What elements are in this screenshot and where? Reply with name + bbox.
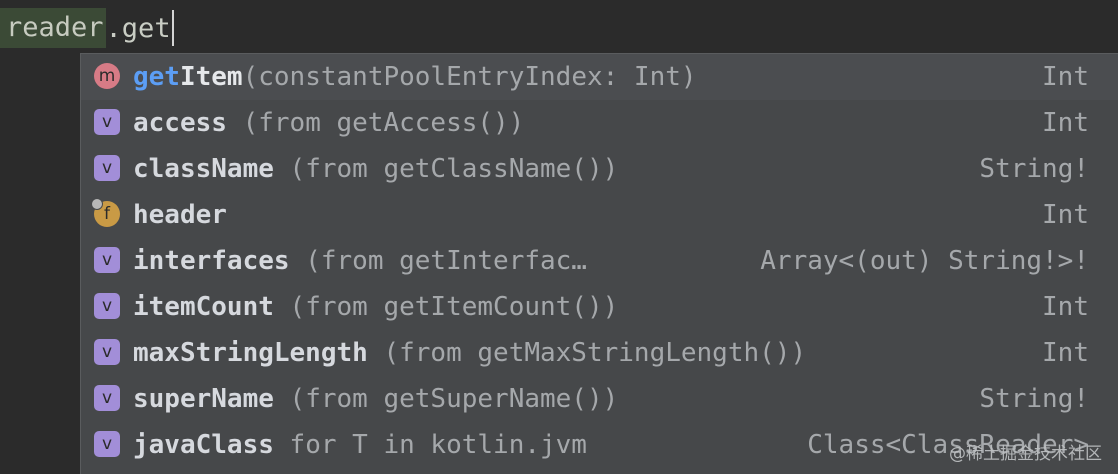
item-type: Int <box>1042 62 1089 92</box>
receiver-identifier: reader <box>0 8 106 48</box>
text-caret <box>171 10 174 46</box>
item-detail: (from getClassName()) <box>273 154 619 184</box>
item-detail: (from getMaxStringLength()) <box>367 338 807 368</box>
completion-popup[interactable]: m getItem(constantPoolEntryIndex: Int) I… <box>80 53 1118 474</box>
private-lock-icon <box>91 198 103 210</box>
completion-item[interactable]: v itemCount (from getItemCount()) Int <box>81 284 1118 330</box>
item-type: Int <box>1042 200 1089 230</box>
method-icon: m <box>94 63 120 89</box>
completion-item[interactable]: v interfaces (from getInterfac… Array<(o… <box>81 238 1118 284</box>
property-icon: v <box>94 431 120 457</box>
item-type: String! <box>979 384 1089 414</box>
item-type: Int <box>1042 338 1089 368</box>
item-detail: (from getAccess()) <box>226 108 525 138</box>
item-type: Int <box>1042 108 1089 138</box>
item-name: itemCount <box>133 292 274 322</box>
completion-item[interactable]: v maxStringLength (from getMaxStringLeng… <box>81 330 1118 376</box>
item-name: interfaces <box>133 246 290 276</box>
item-detail: (from getSuperName()) <box>273 384 619 414</box>
watermark: @稀土掘金技术社区 <box>949 444 1102 464</box>
completion-item[interactable]: f header Int <box>81 192 1118 238</box>
item-detail: (from getItemCount()) <box>273 292 619 322</box>
property-icon: v <box>94 385 120 411</box>
typed-text: .get <box>105 12 171 44</box>
completion-item[interactable]: v superName (from getSuperName()) String… <box>81 376 1118 422</box>
item-type: Int <box>1042 292 1089 322</box>
item-name: header <box>133 200 227 230</box>
editor-code-line[interactable]: reader .get <box>0 4 1118 52</box>
property-icon: v <box>94 155 120 181</box>
item-type: String! <box>979 154 1089 184</box>
property-icon: v <box>94 339 120 365</box>
completion-item[interactable]: v className (from getClassName()) String… <box>81 146 1118 192</box>
item-name: className <box>133 154 274 184</box>
item-name: javaClass <box>133 430 274 460</box>
item-detail: (constantPoolEntryIndex: Int) <box>242 62 697 92</box>
matched-prefix: get <box>133 62 180 92</box>
property-icon: v <box>94 293 120 319</box>
item-type: Array<(out) String!>! <box>760 246 1089 276</box>
property-icon: v <box>94 109 120 135</box>
item-name: maxStringLength <box>133 338 368 368</box>
completion-item[interactable]: m getItem(constantPoolEntryIndex: Int) I… <box>81 54 1118 100</box>
item-name: Item <box>179 62 243 92</box>
item-detail: for T in kotlin.jvm <box>273 430 587 460</box>
property-icon: v <box>94 247 120 273</box>
field-icon: f <box>91 198 120 227</box>
item-detail: (from getInterfac… <box>289 246 587 276</box>
completion-item[interactable]: v access (from getAccess()) Int <box>81 100 1118 146</box>
item-name: access <box>133 108 227 138</box>
item-name: superName <box>133 384 274 414</box>
